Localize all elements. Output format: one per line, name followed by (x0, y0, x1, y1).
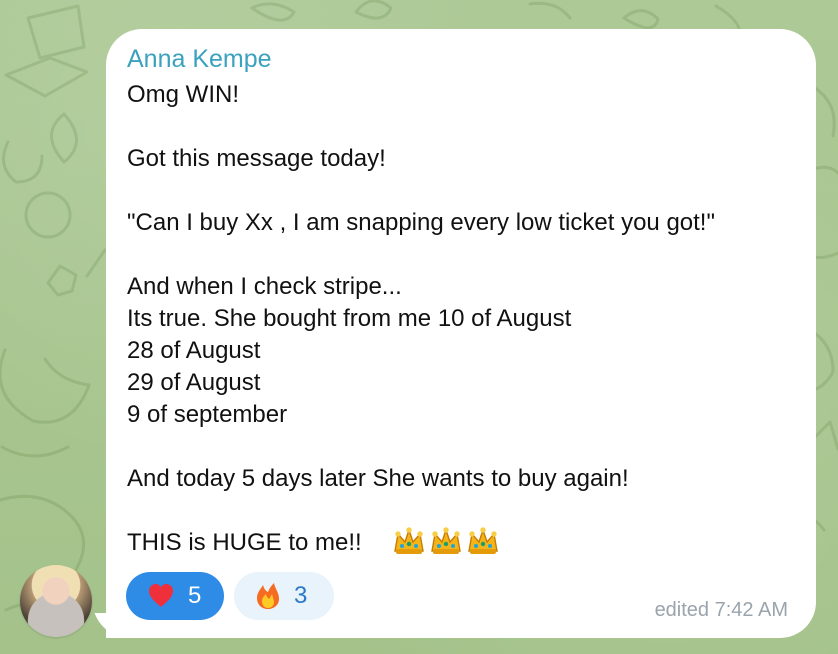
message-line-15: THIS is HUGE to me!! (127, 529, 362, 556)
message-edited-time: edited 7:42 AM (654, 599, 788, 621)
sender-name[interactable]: Anna Kempe (127, 44, 272, 74)
message-line-13: And today 5 days later She wants to buy … (127, 465, 629, 492)
crown-icon (394, 527, 424, 554)
message-line-10: 29 of August (127, 369, 261, 396)
crown-icon (431, 527, 461, 554)
message-line-1: Omg WIN! (127, 81, 239, 108)
message-line-7: And when I check stripe... (127, 273, 402, 300)
fire-reaction-count: 3 (294, 582, 308, 609)
message-line-9: 28 of August (127, 337, 261, 364)
crown-emoji-group (392, 526, 500, 556)
fire-icon (257, 583, 279, 609)
sender-avatar[interactable] (20, 565, 92, 637)
fire-reaction-button[interactable]: 3 (234, 572, 334, 620)
message-line-11: 9 of september (127, 401, 288, 428)
message-line-5: "Can I buy Xx , I am snapping every low … (127, 209, 715, 236)
heart-reaction-button[interactable]: 5 (126, 572, 224, 620)
crown-icon (468, 527, 498, 554)
heart-icon (149, 584, 173, 607)
message-line-8: Its true. She bought from me 10 of Augus… (127, 305, 572, 332)
heart-reaction-count: 5 (188, 582, 202, 609)
message-line-3: Got this message today! (127, 145, 386, 172)
